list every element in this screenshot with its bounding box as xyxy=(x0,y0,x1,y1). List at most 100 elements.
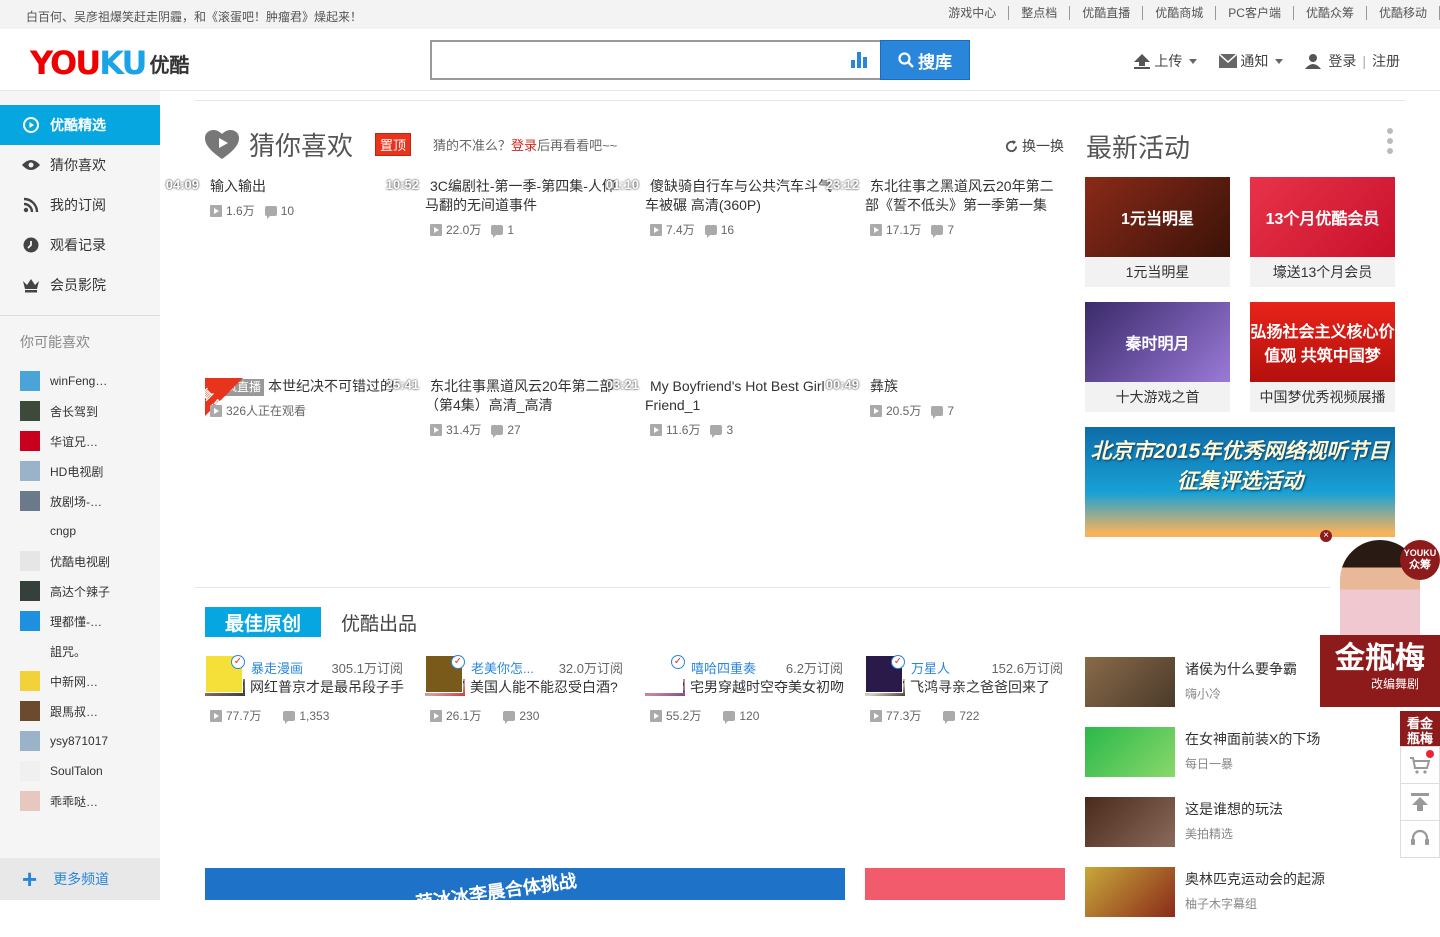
play-count-icon xyxy=(430,709,442,722)
close-icon[interactable]: × xyxy=(1320,530,1332,542)
uploader-name[interactable]: 嘻哈四重奏 xyxy=(691,658,786,677)
video-thumbnail[interactable] xyxy=(865,868,1065,900)
sidebar-item-eye[interactable]: 猜你喜欢 xyxy=(0,145,160,185)
uploader-name[interactable]: 暴走漫画 xyxy=(251,658,331,677)
video-card[interactable]: 01:10傻缺骑自行车与公共汽车斗气车被碾 高清(360P)7.4万16 xyxy=(606,177,845,377)
video-card[interactable]: 04:09输入输出1.6万10 xyxy=(166,177,405,377)
video-title[interactable]: My Boyfriend's Hot Best Girl Friend_1 xyxy=(645,378,825,413)
top-link[interactable]: 游戏中心 xyxy=(948,6,996,20)
activity-card[interactable]: 秦时明月 十大游戏之首 xyxy=(1085,302,1230,412)
subscriber-count: 305.1万订阅 xyxy=(331,660,403,676)
hint-login-link[interactable]: 登录 xyxy=(511,138,537,153)
video-card[interactable]: ✓暴走漫画305.1万订阅22:32网红普京才是最吊段子手77.7万1,353 xyxy=(205,655,405,724)
activity-card[interactable]: 13个月优酷会员 壕送13个月会员 xyxy=(1250,177,1395,287)
activity-card[interactable]: 1元当明星 1元当明星 xyxy=(1085,177,1230,287)
top-link[interactable]: 优酷商城 xyxy=(1155,6,1203,20)
channel-item[interactable]: HD电视剧 xyxy=(0,456,160,486)
channel-name: SoulTalon xyxy=(50,764,103,778)
video-card[interactable]: 00:49彝族20.5万7 xyxy=(826,377,1065,577)
channel-item[interactable]: SoulTalon xyxy=(0,756,160,786)
refresh-button[interactable]: 换一换 xyxy=(1005,136,1064,156)
channel-item[interactable]: 乖乖哒… xyxy=(0,786,160,816)
comment-icon xyxy=(931,224,944,238)
channel-item[interactable]: 詛咒。 xyxy=(0,636,160,666)
video-card[interactable]: ✓嘻哈四重奏6.2万订阅23:02宅男穿越时空夺美女初吻55.2万120 xyxy=(645,655,845,724)
uploader-name[interactable]: 老美你怎... xyxy=(471,658,559,677)
video-card[interactable]: 10:523C编剧社-第一季-第四集-人仰马翻的无间道事件22.0万1 xyxy=(386,177,625,377)
floating-ad[interactable]: × YOUKU 众筹 金瓶梅 改编舞剧 xyxy=(1320,530,1440,710)
top-link[interactable]: 优酷移动 xyxy=(1379,6,1427,20)
sidebar-item-clock[interactable]: 观看记录 xyxy=(0,225,160,265)
register-link[interactable]: 注册 xyxy=(1372,51,1400,71)
bar-chart-icon[interactable] xyxy=(850,52,868,73)
notify-menu[interactable]: 通知 xyxy=(1219,51,1284,71)
upload-menu[interactable]: 上传 xyxy=(1133,51,1198,71)
channel-avatar xyxy=(20,671,40,691)
channel-item[interactable]: cngp xyxy=(0,516,160,546)
video-title[interactable]: 宅男穿越时空夺美女初吻 xyxy=(685,679,844,695)
back-to-top-button[interactable] xyxy=(1400,783,1440,821)
list-item[interactable]: 奥林匹克运动会的起源 柚子木字幕组 xyxy=(1085,867,1325,937)
notification-dot xyxy=(1426,750,1434,758)
tab-best-original[interactable]: 最佳原创 xyxy=(205,607,322,637)
channel-item[interactable]: ysy871017 xyxy=(0,726,160,756)
video-title[interactable]: 彝族 xyxy=(865,378,902,394)
sidebar-item-rss[interactable]: 我的订阅 xyxy=(0,185,160,225)
video-card[interactable]: 03:21My Boyfriend's Hot Best Girl Friend… xyxy=(606,377,845,577)
channel-item[interactable]: 优酷电视剧 xyxy=(0,546,160,576)
promo-banner[interactable]: 范冰冰李晨合体挑战 xyxy=(205,868,845,900)
login-link[interactable]: 登录 xyxy=(1328,51,1356,71)
top-link[interactable]: 优酷直播 xyxy=(1082,6,1130,20)
crown-icon xyxy=(22,276,40,294)
video-title[interactable]: 飞鸿寻亲之爸爸回来了 xyxy=(905,679,1050,695)
list-item[interactable]: 这是谁想的玩法 美拍精选 xyxy=(1085,797,1325,867)
channel-item[interactable]: 舍长驾到 xyxy=(0,396,160,426)
support-button[interactable] xyxy=(1400,820,1440,858)
video-title[interactable]: 3C编剧社-第一季-第四集-人仰马翻的无间道事件 xyxy=(425,178,616,213)
channel-item[interactable]: 中新网… xyxy=(0,666,160,696)
top-link[interactable]: PC客户端 xyxy=(1228,6,1281,20)
channel-item[interactable]: 放剧场-… xyxy=(0,486,160,516)
watch-show-button[interactable]: 看金瓶梅 xyxy=(1400,711,1440,747)
video-title[interactable]: 输入输出 xyxy=(205,178,270,194)
more-options-icon[interactable] xyxy=(1387,128,1393,154)
cart-button[interactable] xyxy=(1400,746,1440,784)
more-channels-button[interactable]: + 更多频道 xyxy=(0,858,160,900)
channel-item[interactable]: 理都懂-… xyxy=(0,606,160,636)
video-card[interactable]: 23:12东北往事之黑道风云20年第二部《誓不低头》第一季第一集17.1万7 xyxy=(826,177,1065,377)
comment-count: 120 xyxy=(739,708,760,723)
channel-item[interactable]: winFeng… xyxy=(0,366,160,396)
list-item[interactable]: 在女神面前装X的下场 每日一暴 xyxy=(1085,727,1325,797)
channel-item[interactable]: 华谊兄… xyxy=(0,426,160,456)
top-link[interactable]: 整点档 xyxy=(1021,6,1057,20)
video-card[interactable]: ✓万星人152.6万订阅21:57飞鸿寻亲之爸爸回来了77.3万722 xyxy=(865,655,1065,724)
video-title[interactable]: 东北往事之黑道风云20年第二部《誓不低头》第一季第一集 xyxy=(865,178,1054,213)
youku-logo[interactable]: YOU KU 优酷 xyxy=(30,44,189,82)
search-button[interactable]: 搜库 xyxy=(880,40,970,80)
video-title[interactable]: 东北往事黑道风云20年第二部（第4集）高清_高清 xyxy=(425,378,614,413)
sidebar-item-play-circle[interactable]: 优酷精选 xyxy=(0,105,160,145)
activity-card[interactable]: 弘扬社会主义核心价值观 共筑中国梦 中国梦优秀视频展播 xyxy=(1250,302,1395,412)
originals-tabs: 最佳原创 优酷出品 xyxy=(205,607,437,637)
video-card[interactable]: 直播来疯直播本世纪决不可错过的326人正在观看 xyxy=(199,377,405,577)
top-link[interactable]: 优酷众筹 xyxy=(1306,6,1354,20)
tab-youku-produced[interactable]: 优酷出品 xyxy=(321,607,437,637)
uploader-name[interactable]: 万星人 xyxy=(911,658,991,677)
video-card[interactable]: ✓老美你怎...32.0万订阅13:57美国人能不能忍受白酒?26.1万230 xyxy=(425,655,625,724)
search-input[interactable] xyxy=(430,40,880,80)
channel-item[interactable]: 高达个辣子 xyxy=(0,576,160,606)
channel-avatar xyxy=(20,611,40,631)
guess-hint: 猜的不准么？登录后再看看吧~~ xyxy=(433,135,617,154)
list-item[interactable]: 诸侯为什么要争霸 嗨小冷 xyxy=(1085,657,1325,727)
pin-to-top-button[interactable]: 置顶 xyxy=(375,133,412,156)
video-title[interactable]: 傻缺骑自行车与公共汽车斗气车被碾 高清(360P) xyxy=(645,178,832,213)
top-notice-link[interactable]: 白百何、吴彦祖爆笑赶走阴霾，和《滚蛋吧！肿瘤君》燥起来！ xyxy=(26,8,362,25)
activity-banner[interactable]: 北京市2015年优秀网络视听节目 征集评选活动 xyxy=(1085,427,1395,537)
video-card[interactable]: 25:41东北往事黑道风云20年第二部（第4集）高清_高清31.4万27 xyxy=(386,377,625,577)
play-count: 77.3万 xyxy=(886,709,922,723)
video-title[interactable]: 美国人能不能忍受白酒? xyxy=(465,679,618,695)
sidebar-item-crown[interactable]: 会员影院 xyxy=(0,265,160,305)
channel-item[interactable]: 跟馬叔… xyxy=(0,696,160,726)
list-item-title: 奥林匹克运动会的起源 xyxy=(1185,871,1325,887)
video-title[interactable]: 网红普京才是最吊段子手 xyxy=(245,679,404,695)
